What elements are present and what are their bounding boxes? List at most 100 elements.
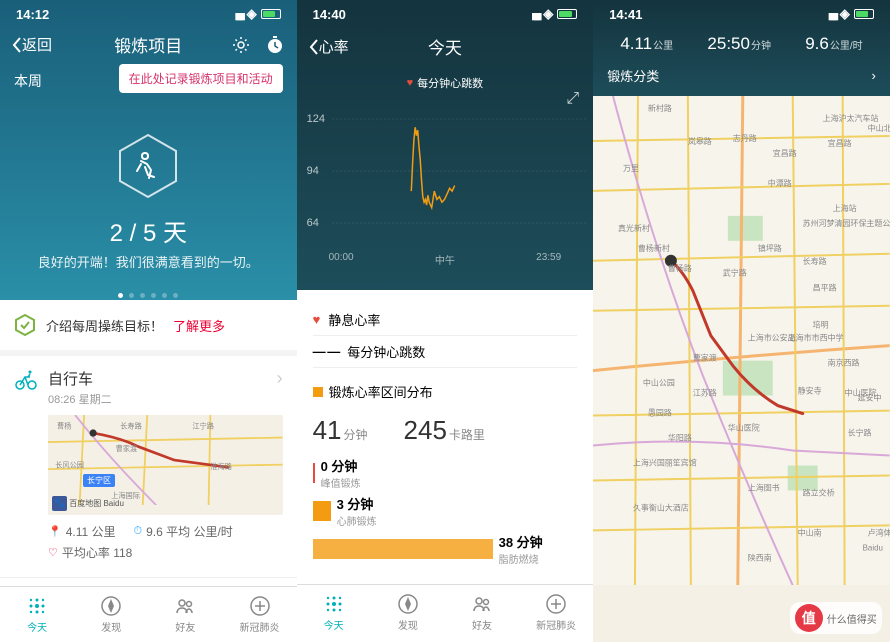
activity-name: 自行车 xyxy=(48,368,267,389)
log-tooltip[interactable]: 在此处记录锻炼项目和活动 xyxy=(119,64,283,93)
resting-label: 静息心率 xyxy=(328,310,380,329)
zone-bar xyxy=(313,463,315,483)
map-poi-label: 宜昌路 xyxy=(828,138,852,148)
tab-label: 今天 xyxy=(27,619,47,634)
hr-chart[interactable]: 124 94 64 00:00中午23:59 xyxy=(297,103,594,273)
zone-bars: 0 分钟峰值锻炼3 分钟心肺锻炼38 分钟脂肪燃烧 xyxy=(313,456,578,566)
goal-message: 良好的开端！我们很满意看到的一切。 xyxy=(0,252,297,271)
category-row[interactable]: 锻炼分类 › xyxy=(593,60,890,91)
tab-fitbit[interactable]: 今天 xyxy=(297,585,371,640)
activity-card-outdoor[interactable]: 户外骑行 18:41 星期一 › ⏲22 分钟 🔥122 卡路里 xyxy=(0,578,297,586)
svg-text:长寿路: 长寿路 xyxy=(120,422,142,431)
gear-icon[interactable] xyxy=(231,35,251,55)
zone-totals: 41分钟 245卡路里 xyxy=(313,415,578,446)
map-poi-label: 南京西路 xyxy=(828,358,860,368)
bpm-row[interactable]: — — 每分钟心跳数 xyxy=(313,336,578,368)
zone-swatch-icon xyxy=(313,387,323,397)
friends-icon xyxy=(174,595,196,617)
route-map[interactable]: ⤡ 新村路岚皋路志丹路宜昌路中潭路宜昌路上海沪太汽车站中山北万里曹杨新村真光新村… xyxy=(593,96,890,642)
map-poi-label: 华山医院 xyxy=(728,423,760,433)
map-poi-label: 新村路 xyxy=(648,103,672,113)
learn-more-link[interactable]: 了解更多 xyxy=(173,316,225,335)
status-bar: 14:40 xyxy=(297,0,594,28)
friends-icon xyxy=(471,593,493,615)
map-poi-label: 曹家渡 xyxy=(693,353,717,363)
svg-text:曹杨: 曹杨 xyxy=(57,422,71,431)
summary-stat: 4.11公里 xyxy=(620,34,673,54)
map-poi-label: 长宁路 xyxy=(848,428,872,438)
summary-stat: 25:50分钟 xyxy=(707,34,771,54)
tab-friends[interactable]: 好友 xyxy=(445,585,519,640)
back-button[interactable]: 心率 xyxy=(309,36,349,57)
svg-text:淮海路: 淮海路 xyxy=(210,462,232,471)
back-label: 返回 xyxy=(22,34,52,55)
map-poi-label: 真光新村 xyxy=(618,223,650,233)
pin-icon: 📍 xyxy=(48,525,62,538)
map-poi-label: 曹杨路 xyxy=(668,263,692,273)
zone-title: 锻炼心率区间分布 xyxy=(313,382,578,401)
tab-compass[interactable]: 发现 xyxy=(371,585,445,640)
tab-plus[interactable]: 新冠肺炎 xyxy=(222,587,296,642)
runner-hex-icon xyxy=(113,131,183,201)
svg-text:曹家渡: 曹家渡 xyxy=(116,444,138,453)
wifi-icon xyxy=(543,6,553,22)
zone-bar xyxy=(313,539,493,559)
goal-intro-card[interactable]: 介绍每周操练目标！ 了解更多 xyxy=(0,300,297,356)
status-time: 14:40 xyxy=(313,7,346,22)
tab-bar: 今天 发现 好友新冠肺炎 xyxy=(0,586,297,642)
back-label: 心率 xyxy=(319,36,349,57)
map-poi-label: 岚皋路 xyxy=(688,136,712,146)
map-poi-label: 上海市市西中学 xyxy=(788,333,844,343)
signal-icon xyxy=(235,7,243,22)
map-poi-label: 江苏路 xyxy=(693,388,717,398)
bike-icon xyxy=(14,368,38,392)
tab-friends[interactable]: 好友 xyxy=(148,587,222,642)
heart-icon: ♥ xyxy=(407,77,414,89)
activity-map-thumb[interactable]: 曹杨 长寿路 江宁路 曹家渡 长风公园 淮海路 上海国际 长宁区 🐾 百度地图 … xyxy=(48,415,283,515)
baidu-attribution: 🐾 百度地图 Baidu xyxy=(52,496,124,511)
hr-chart-label: ♥ 每分钟心跳数 xyxy=(297,75,594,91)
signal-icon xyxy=(531,7,539,22)
map-poi-label: 延安中 xyxy=(858,393,882,403)
compass-icon xyxy=(100,595,122,617)
status-bar: 14:41 xyxy=(593,0,890,28)
activity-card-bike[interactable]: 自行车 08:26 星期二 › 曹杨 长寿路 江宁路 曹家渡 长风公园 xyxy=(0,356,297,578)
fitbit-icon xyxy=(323,593,345,615)
map-poi-label: 上海沪太汽车站 xyxy=(823,113,879,123)
map-poi-label: Baidu xyxy=(863,543,883,552)
map-poi-label: 愚园路 xyxy=(648,408,672,418)
map-poi-label: 久事衡山大酒店 xyxy=(633,502,689,512)
tab-compass[interactable]: 发现 xyxy=(74,587,148,642)
map-poi-label: 曹杨新村 xyxy=(638,243,670,253)
nav-bar: 心率 今天 xyxy=(297,28,594,65)
watermark-icon: 值 xyxy=(795,604,823,632)
chevron-left-icon xyxy=(309,39,319,55)
map-poi-label: 武宁路 xyxy=(723,268,747,278)
hr-header: 心率 今天 ♥ 每分钟心跳数 ⤢ 124 94 64 00:00中午23:59 xyxy=(297,0,594,290)
summary-stats: 4.11公里 25:50分钟 9.6公里/时 xyxy=(593,28,890,60)
summary-stat: 9.6公里/时 xyxy=(805,34,862,54)
battery-icon xyxy=(261,9,281,19)
activity-stats: 📍4.11 公里 ⏱9.6 平均 公里/时 xyxy=(14,515,283,544)
plus-icon xyxy=(545,593,567,615)
map-poi-label: 中山南 xyxy=(798,527,822,537)
zone-bar-row: 38 分钟脂肪燃烧 xyxy=(313,532,578,566)
intro-text: 介绍每周操练目标！ xyxy=(46,316,163,335)
page-dots[interactable] xyxy=(0,293,297,298)
resting-hr-row[interactable]: ♥ 静息心率 xyxy=(313,304,578,336)
page-title: 今天 xyxy=(428,34,462,59)
goal-hero: 2 / 5 天 良好的开端！我们很满意看到的一切。 xyxy=(0,101,297,298)
map-poi-label: 昌平路 xyxy=(813,283,837,293)
back-button[interactable]: 返回 xyxy=(12,34,52,55)
tab-plus[interactable]: 新冠肺炎 xyxy=(519,585,593,640)
map-poi-label: 志丹路 xyxy=(733,133,757,143)
zone-bar-row: 0 分钟峰值锻炼 xyxy=(313,456,578,490)
tab-label: 发现 xyxy=(101,619,121,634)
svg-text:长风公园: 长风公园 xyxy=(55,460,84,469)
plus-icon xyxy=(249,595,271,617)
stopwatch-icon[interactable] xyxy=(265,35,285,55)
tab-fitbit[interactable]: 今天 xyxy=(0,587,74,642)
map-poi-label: 宜昌路 xyxy=(773,148,797,158)
map-poi-label: 上海站 xyxy=(833,203,857,213)
status-icons xyxy=(235,6,281,22)
